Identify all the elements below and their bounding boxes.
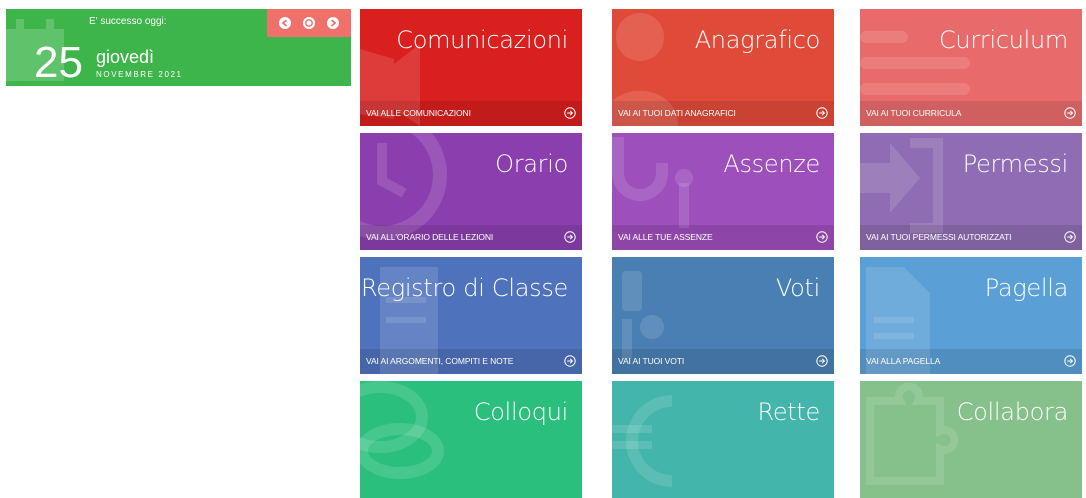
- event-nav: [267, 9, 351, 37]
- tile-title: Permessi: [962, 150, 1069, 178]
- tile-colloqui[interactable]: Colloqui: [360, 381, 582, 498]
- tile-voti[interactable]: Voti VAI AI TUOI VOTI: [612, 257, 834, 374]
- tile-footer[interactable]: VAI ALL'ORARIO DELLE LEZIONI: [360, 225, 582, 250]
- tile-link[interactable]: VAI AI TUOI CURRICULA: [866, 108, 961, 118]
- today-button[interactable]: [303, 17, 315, 29]
- tile-curriculum[interactable]: Curriculum VAI AI TUOI CURRICULA: [860, 9, 1082, 126]
- tile-link[interactable]: VAI AI TUOI DATI ANAGRAFICI: [618, 108, 736, 118]
- arrow-right-circle-icon[interactable]: [564, 231, 576, 243]
- tile-footer[interactable]: VAI AI TUOI CURRICULA: [860, 101, 1082, 126]
- tile-link[interactable]: VAI ALL'ORARIO DELLE LEZIONI: [366, 232, 493, 242]
- tile-anagrafico[interactable]: Anagrafico VAI AI TUOI DATI ANAGRAFICI: [612, 9, 834, 126]
- event-label: E' successo oggi:: [89, 16, 167, 27]
- tile-title: Anagrafico: [694, 26, 821, 54]
- arrow-right-circle-icon[interactable]: [1064, 231, 1076, 243]
- tile-assenze[interactable]: Assenze VAI ALLE TUE ASSENZE: [612, 133, 834, 250]
- tile-link[interactable]: VAI AI TUOI VOTI: [618, 356, 684, 366]
- arrow-right-circle-icon[interactable]: [564, 355, 576, 367]
- arrow-right-circle-icon[interactable]: [1064, 107, 1076, 119]
- next-button[interactable]: [327, 17, 339, 29]
- tile-rette[interactable]: Rette: [612, 381, 834, 498]
- date-widget: E' successo oggi: 25 giovedì NOVEMBRE 20…: [6, 9, 351, 86]
- tile-link[interactable]: VAI ALLA PAGELLA: [866, 356, 940, 366]
- tile-collabora[interactable]: Collabora: [860, 381, 1082, 498]
- tile-orario[interactable]: Orario VAI ALL'ORARIO DELLE LEZIONI: [360, 133, 582, 250]
- tile-title: Rette: [757, 398, 821, 426]
- tile-footer[interactable]: VAI ALLE TUE ASSENZE: [612, 225, 834, 250]
- tile-title: Colloqui: [473, 398, 568, 426]
- tile-footer[interactable]: VAI ALLE COMUNICAZIONI: [360, 101, 582, 126]
- arrow-right-circle-icon[interactable]: [564, 107, 576, 119]
- tile-permessi[interactable]: Permessi VAI AI TUOI PERMESSI AUTORIZZAT…: [860, 133, 1082, 250]
- arrow-right-circle-icon[interactable]: [1064, 355, 1076, 367]
- tile-pagella[interactable]: Pagella VAI ALLA PAGELLA: [860, 257, 1082, 374]
- tile-title: Registro di Classe: [360, 274, 568, 302]
- tile-link[interactable]: VAI ALLE COMUNICAZIONI: [366, 108, 471, 118]
- weekday: giovedì: [96, 47, 155, 67]
- tile-title: Assenze: [723, 150, 820, 178]
- tile-link[interactable]: VAI AI TUOI PERMESSI AUTORIZZATI: [866, 232, 1012, 242]
- day-number: 25: [34, 38, 83, 86]
- tile-title: Curriculum: [938, 26, 1068, 54]
- tile-footer[interactable]: VAI ALLA PAGELLA: [860, 349, 1082, 374]
- tile-title: Orario: [495, 150, 568, 178]
- tile-footer[interactable]: VAI AI ARGOMENTI, COMPITI E NOTE: [360, 349, 582, 374]
- tile-title: Collabora: [956, 398, 1069, 426]
- arrow-right-circle-icon[interactable]: [816, 355, 828, 367]
- arrow-right-circle-icon[interactable]: [816, 107, 828, 119]
- previous-button[interactable]: [279, 17, 291, 29]
- tile-comunicazioni[interactable]: Comunicazioni VAI ALLE COMUNICAZIONI: [360, 9, 582, 126]
- tile-link[interactable]: VAI AI ARGOMENTI, COMPITI E NOTE: [366, 356, 513, 366]
- tile-title: Pagella: [984, 274, 1069, 302]
- tile-footer[interactable]: VAI AI TUOI PERMESSI AUTORIZZATI: [860, 225, 1082, 250]
- arrow-right-circle-icon[interactable]: [816, 231, 828, 243]
- tile-title: Comunicazioni: [396, 26, 568, 54]
- tile-registro-di-classe[interactable]: Registro di Classe VAI AI ARGOMENTI, COM…: [360, 257, 582, 374]
- tile-title: Voti: [775, 274, 820, 302]
- tile-footer[interactable]: VAI AI TUOI DATI ANAGRAFICI: [612, 101, 834, 126]
- tile-link[interactable]: VAI ALLE TUE ASSENZE: [618, 232, 713, 242]
- month-year: NOVEMBRE 2021: [96, 70, 183, 79]
- tile-footer[interactable]: VAI AI TUOI VOTI: [612, 349, 834, 374]
